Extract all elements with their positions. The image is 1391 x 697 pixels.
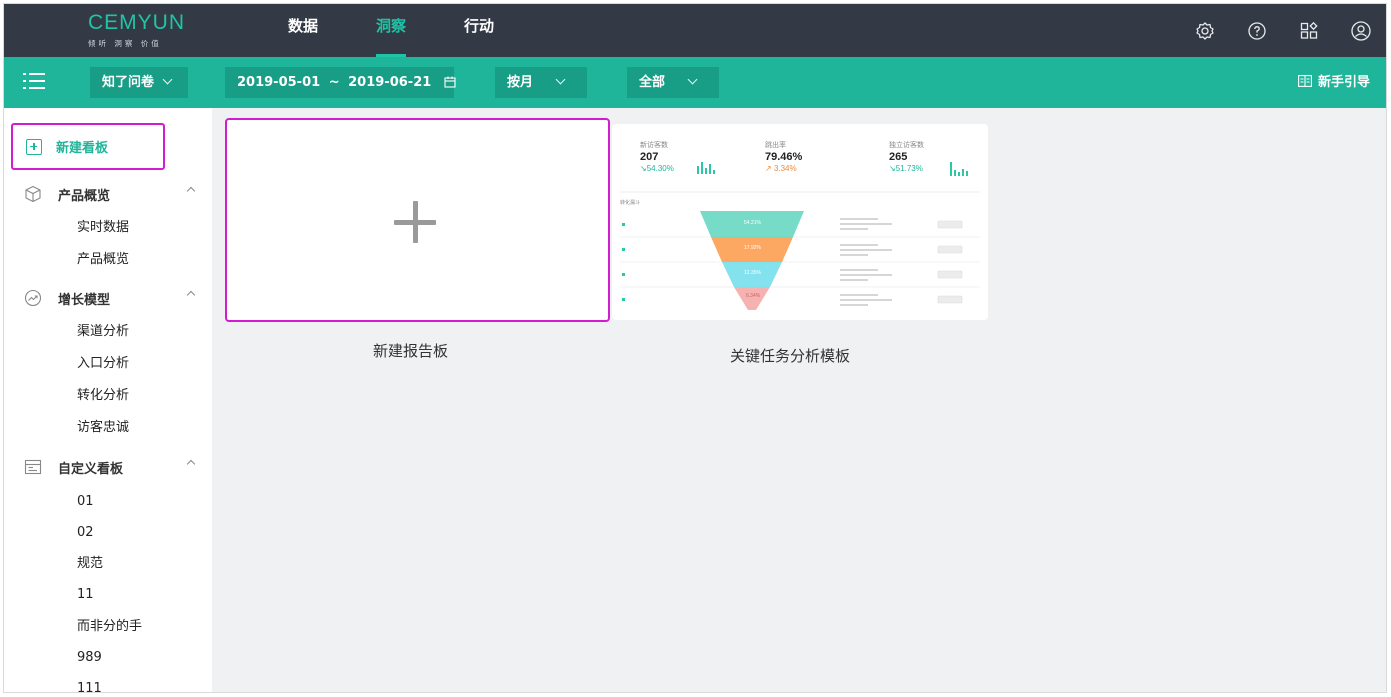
sidebar-item-custom-board[interactable]: 而非分的手 (77, 616, 142, 638)
plus-icon (26, 138, 42, 155)
funnel-value: 12.35% (744, 270, 761, 276)
new-board-button[interactable]: 新建看板 (11, 123, 165, 170)
group-label: 自定义看板 (58, 461, 124, 477)
sidebar-item-custom-board[interactable]: 989 (77, 647, 102, 669)
help-icon[interactable] (1244, 18, 1270, 44)
user-icon[interactable] (1348, 18, 1374, 44)
sidebar-item-channel-analysis[interactable]: 渠道分析 (77, 321, 129, 343)
group-label: 增长模型 (58, 292, 111, 308)
tab-data[interactable]: 数据 (274, 4, 332, 57)
sidebar-item-custom-board[interactable]: 11 (77, 584, 94, 606)
date-end: 2019-06-21 (348, 75, 432, 90)
new-report-card-title: 新建报告板 (373, 342, 449, 360)
plus-icon-stem (412, 201, 418, 243)
sidebar-item-entry-analysis[interactable]: 入口分析 (77, 353, 129, 375)
sidebar: 新建看板 产品概览 实时数据 产品概览 增长模型 渠道分析 入口分析 转化分析 … (4, 108, 212, 692)
app-window: CEMYUN 倾听 洞察 价值 数据 洞察 行动 知了问卷 2019-05-01… (3, 3, 1387, 693)
group-label: 产品概览 (58, 188, 111, 204)
calendar-icon (444, 69, 456, 100)
sidebar-group-product-overview[interactable]: 产品概览 (24, 181, 196, 207)
chevron-down-icon (687, 74, 698, 85)
tab-action[interactable]: 行动 (450, 4, 508, 57)
top-navbar: CEMYUN 倾听 洞察 价值 数据 洞察 行动 (4, 4, 1386, 57)
tab-insight[interactable]: 洞察 (362, 4, 420, 57)
cube-icon (24, 185, 42, 203)
growth-icon (24, 289, 42, 307)
scope-select[interactable]: 全部 (627, 67, 719, 98)
apps-icon[interactable] (1296, 18, 1322, 44)
sidebar-item-custom-board[interactable]: 规范 (77, 553, 103, 575)
chevron-down-icon (162, 74, 173, 85)
sidebar-item-realtime[interactable]: 实时数据 (77, 217, 129, 239)
date-separator: ~ (328, 75, 340, 90)
template-preview-graphics (620, 162, 980, 310)
sidebar-item-conversion-analysis[interactable]: 转化分析 (77, 385, 129, 407)
guide-label: 新手引导 (1317, 75, 1370, 90)
brand-logo[interactable]: CEMYUN 倾听 洞察 价值 (88, 12, 208, 52)
granularity-select[interactable]: 按月 (495, 67, 587, 98)
date-start: 2019-05-01 (237, 75, 321, 90)
main-tabs: 数据 洞察 行动 (274, 4, 538, 57)
new-report-card[interactable] (225, 118, 610, 322)
template-card-title: 关键任务分析模板 (730, 347, 851, 365)
survey-select[interactable]: 知了问卷 (90, 67, 188, 98)
filter-bar: 知了问卷 2019-05-01 ~ 2019-06-21 按月 全部 新手引导 (4, 57, 1386, 108)
sidebar-item-visitor-loyalty[interactable]: 访客忠诚 (77, 417, 129, 439)
scope-label: 全部 (639, 75, 666, 90)
top-icon-group (1166, 18, 1374, 44)
date-range-picker[interactable]: 2019-05-01 ~ 2019-06-21 (225, 67, 456, 100)
chevron-down-icon (555, 74, 566, 85)
chevron-up-icon (186, 290, 196, 300)
beginner-guide-link[interactable]: 新手引导 (1298, 67, 1370, 98)
funnel-value: 6.34% (746, 293, 761, 299)
funnel-value: 54.21% (744, 220, 761, 226)
chevron-up-icon (186, 186, 196, 196)
chevron-up-icon (186, 459, 196, 469)
sidebar-item-custom-board[interactable]: 01 (77, 491, 94, 513)
sidebar-item-custom-board[interactable]: 02 (77, 522, 94, 544)
survey-select-label: 知了问卷 (102, 75, 155, 90)
brand-name: CEMYUN (88, 11, 186, 34)
sidebar-item-product-overview[interactable]: 产品概览 (77, 249, 129, 271)
menu-toggle-icon[interactable] (22, 70, 48, 94)
new-board-label: 新建看板 (56, 141, 109, 156)
brand-tagline: 倾听 洞察 价值 (88, 39, 162, 48)
book-icon (1298, 68, 1312, 99)
board-icon (24, 458, 42, 476)
funnel-title: 转化漏斗 (620, 200, 641, 206)
settings-icon[interactable] (1192, 18, 1218, 44)
sidebar-group-growth-model[interactable]: 增长模型 (24, 285, 196, 311)
funnel-value: 17.92% (744, 245, 761, 251)
sidebar-group-custom-boards[interactable]: 自定义看板 (24, 454, 196, 480)
granularity-label: 按月 (507, 75, 534, 90)
template-card[interactable]: 新访客数 207 ↘54.30% 跳出率 79.46% ↗ 3.34% 独立访客… (612, 124, 988, 320)
sidebar-item-custom-board[interactable]: 111 (77, 678, 102, 692)
